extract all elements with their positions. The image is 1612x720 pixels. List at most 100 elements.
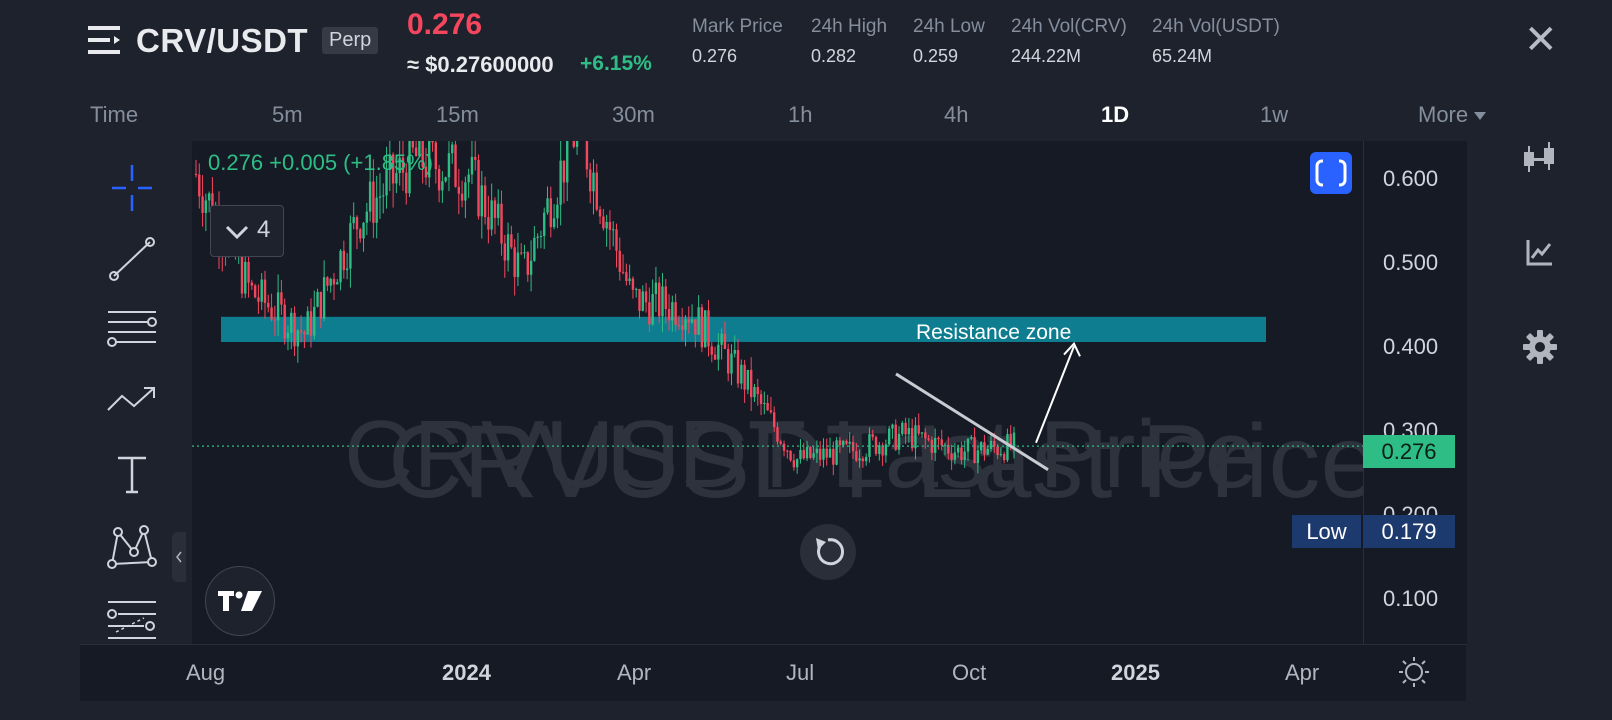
indicators-toggle[interactable]: 4 [210,205,284,257]
tab-1w[interactable]: 1w [1260,102,1288,128]
candle-body [832,448,835,465]
candle-body [772,412,776,428]
resistance-zone [221,316,1266,342]
tab-30m[interactable]: 30m [612,102,655,128]
tab-15m[interactable]: 15m [436,102,479,128]
candle-body [247,261,250,283]
tab-4h[interactable]: 4h [944,102,968,128]
candle-body [786,450,789,452]
theme-toggle-icon[interactable] [1398,656,1430,693]
candle-body [828,448,832,458]
crosshair-icon[interactable] [104,163,160,213]
candle-body [244,261,247,294]
candle-body [257,297,260,302]
candle-body [740,364,743,384]
candle-body [970,437,973,439]
tab-time[interactable]: Time [90,102,138,128]
close-icon[interactable]: ✕ [1524,20,1558,60]
candle-body [454,144,457,187]
stat-label-24h-low: 24h Low [913,16,985,37]
candle-body [490,200,493,230]
candle-body [194,174,198,175]
tab-5m[interactable]: 5m [272,102,303,128]
candle-body [483,185,487,218]
candle-body [575,141,579,147]
candle-body [628,278,631,282]
tab-more[interactable]: More [1418,102,1487,128]
candle-body [339,250,342,283]
price-axis[interactable] [1363,141,1467,644]
candle-body [359,229,362,239]
candle-body [1012,432,1016,448]
candle-body [290,312,293,333]
pattern-icon[interactable] [104,522,160,572]
fib-icon[interactable] [104,596,160,646]
candle-body [332,278,336,285]
trend-line-icon[interactable] [104,234,160,284]
contract-type-badge: Perp [322,27,379,54]
candle-body [864,456,868,462]
stat-value-24h-low: 0.259 [913,46,959,66]
parallel-lines-icon[interactable] [104,306,160,356]
candle-body [845,440,848,444]
reset-chart-icon[interactable] [800,524,856,580]
candle-body [924,432,927,439]
pair-title[interactable]: CRV/USDT [136,22,308,60]
candle-body [723,333,727,349]
menu-icon[interactable] [88,24,120,56]
candle-body [868,434,871,457]
tab-1d[interactable]: 1D [1101,102,1129,128]
candle-body [566,141,569,183]
stat-label-24h-vol-crv: 24h Vol(CRV) [1011,16,1127,37]
candle-body [894,424,897,450]
candle-body [920,432,924,434]
stat-value-24h-vol-crv: 244.22M [1011,46,1082,66]
candle-body [855,451,858,461]
y-tick: 0.500 [1383,250,1439,275]
candle-body [914,425,917,449]
fullscreen-icon[interactable] [1310,152,1352,194]
chart-pane[interactable]: CRVUSDT Last Price, 1D CRVUSDT Last Pric… [192,141,1363,644]
breakout-arrow [1035,345,1075,444]
tradingview-logo[interactable] [205,566,275,636]
path-icon[interactable] [104,378,160,428]
candle-body [431,141,434,143]
time-axis[interactable] [80,644,1466,701]
candle-body [789,450,792,461]
candle-body [447,153,451,178]
candle-body [697,307,700,335]
x-tick: 2025 [1111,660,1160,685]
candle-body [730,353,733,374]
candle-body [631,278,635,290]
stat-value-24h-high: 0.282 [811,46,857,66]
indicators-icon[interactable] [1518,230,1562,274]
text-icon[interactable] [104,450,160,500]
candle-body [907,427,911,435]
candle-body [687,319,690,323]
candle-body [549,198,552,228]
candle-body [500,203,503,244]
collapse-toolbar-button[interactable] [172,532,186,582]
candle-body [625,272,628,282]
candle-body [539,235,543,237]
candle-body [326,277,329,286]
candle-body [598,209,602,217]
tab-1h[interactable]: 1h [788,102,812,128]
candle-body [457,186,461,194]
candle-body [749,369,753,398]
settings-icon[interactable] [1518,325,1562,369]
candle-body [267,302,270,308]
candle-body [365,211,369,223]
candle-body [835,440,838,465]
candle-body [618,250,621,272]
candle-body [927,438,930,440]
candle-body [589,169,592,192]
candle-body [546,198,549,213]
candle-body [322,277,326,319]
candles-icon[interactable] [1518,138,1562,182]
y-tick: 0.400 [1383,334,1439,359]
candle-body [510,234,513,248]
candle-body [648,302,651,325]
candle-body [503,243,507,261]
candle-body [313,306,316,336]
